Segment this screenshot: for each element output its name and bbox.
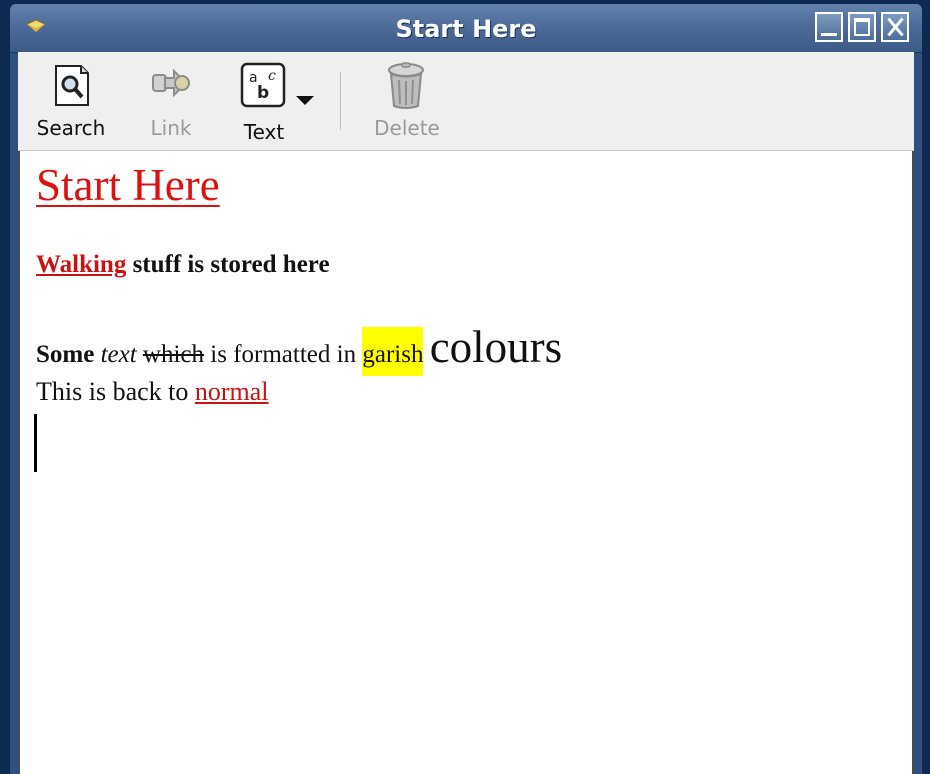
line2-text: stuff is stored here [126,251,330,278]
note-editor[interactable]: Start Here Walking stuff is stored here … [18,151,914,774]
window-title: Start Here [395,15,537,43]
note-heading: Start Here [36,160,220,210]
plain-text: is formatted in [210,341,357,368]
highlighted-text: garish [362,327,424,376]
walking-note-link[interactable]: Walking [36,251,126,278]
bold-text: Some [36,341,95,368]
search-button[interactable]: Search [26,52,116,150]
app-window: Start Here Search Link a c b Text Delete… [10,4,922,774]
link-button[interactable]: Link [136,52,206,150]
link-label: Link [150,116,192,140]
title-bar[interactable]: Start Here [10,4,922,53]
close-button[interactable] [881,12,909,42]
delete-label: Delete [374,116,440,140]
search-label: Search [36,116,106,140]
toolbar: Search Link a c b Text Delete [18,52,914,151]
italic-text: text [100,341,137,368]
note-line-formatted: Some text which is formatted in garish c… [36,321,563,376]
normal-note-link[interactable]: normal [195,377,269,406]
strikethrough-text: which [142,341,205,368]
note-line-normal: This is back to normal [36,377,269,407]
text-cursor [34,414,37,472]
trash-icon [388,62,424,109]
minimize-button[interactable] [815,12,843,42]
line4-text: This is back to [36,377,195,406]
text-format-icon: a c b [240,62,286,108]
maximize-button[interactable] [848,12,876,42]
text-format-dropdown-icon[interactable] [296,96,314,105]
svg-text:c: c [268,68,276,84]
text-format-label: Text [243,120,285,144]
toolbar-separator [340,72,341,130]
delete-button[interactable]: Delete [342,52,472,150]
search-icon [55,65,89,106]
link-icon [152,68,190,98]
note-line-walking: Walking stuff is stored here [36,251,330,279]
large-text: colours [429,322,563,372]
svg-text:b: b [257,83,269,103]
window-client-area: Search Link a c b Text Delete Start Here… [18,52,914,774]
